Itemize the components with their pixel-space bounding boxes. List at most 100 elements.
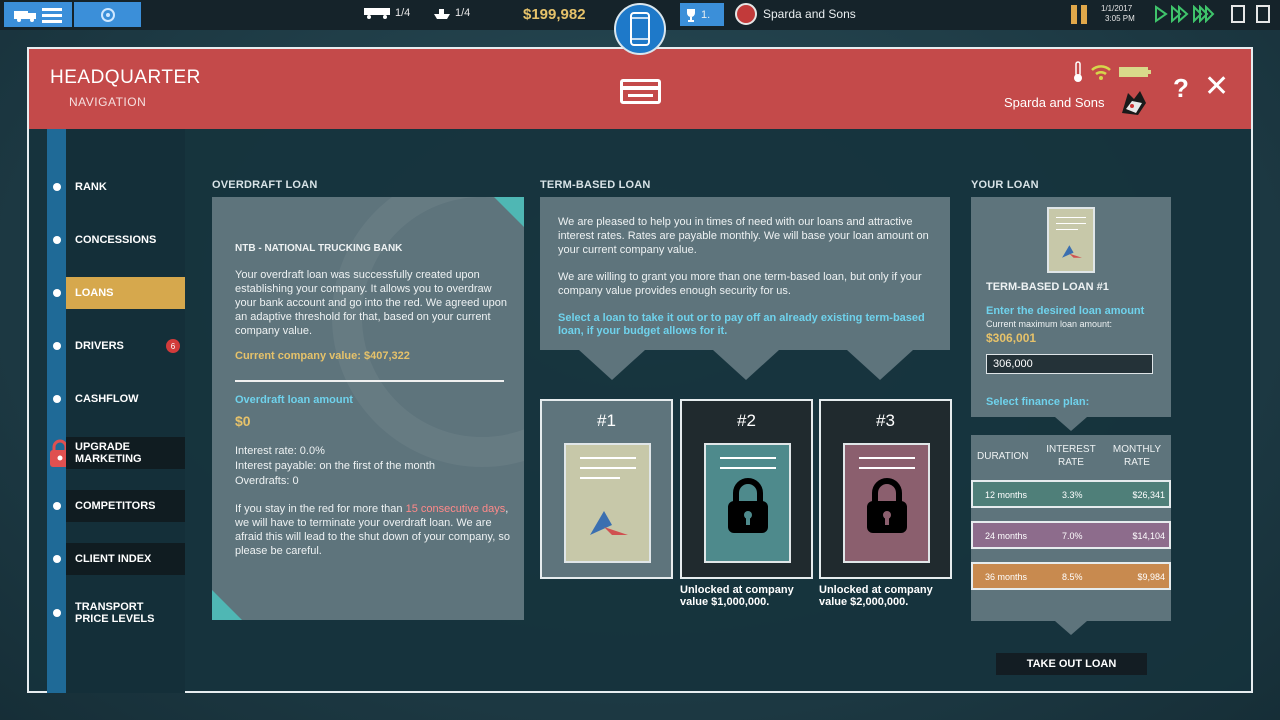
overdraft-amount: $0 bbox=[235, 413, 251, 429]
sidebar-item-cashflow[interactable]: CASHFLOW bbox=[47, 383, 185, 415]
plan-monthly: $9,984 bbox=[1137, 572, 1165, 582]
company-info[interactable]: Sparda and Sons bbox=[735, 3, 856, 25]
fast-forward-icon[interactable] bbox=[1170, 5, 1190, 23]
battery-icon bbox=[1119, 67, 1151, 77]
sidebar: RANK CONCESSIONS LOANS DRIVERS 6 CASHFLO… bbox=[47, 129, 185, 693]
ship-icon bbox=[434, 9, 450, 19]
signal-icon bbox=[100, 7, 115, 22]
fastest-forward-icon[interactable] bbox=[1192, 5, 1218, 23]
doc-line bbox=[1056, 229, 1078, 230]
play-icon[interactable] bbox=[1154, 5, 1168, 23]
nav-dot-icon bbox=[53, 183, 61, 191]
plan-duration: 36 months bbox=[985, 572, 1028, 582]
overdraft-amount-label: Overdraft loan amount bbox=[235, 394, 353, 406]
plan-duration: 12 months bbox=[985, 490, 1028, 500]
plan-row-12-months[interactable]: 12 months 3.3% $26,341 bbox=[971, 480, 1171, 508]
overdraft-description: Your overdraft loan was successfully cre… bbox=[235, 269, 507, 337]
header-company-name: Sparda and Sons bbox=[1004, 95, 1105, 110]
nav-dot-icon bbox=[53, 236, 61, 244]
monthly-header: MONTHLY RATE bbox=[1112, 444, 1162, 468]
company-value: Current company value: $407,322 bbox=[235, 350, 410, 362]
doc-line bbox=[859, 457, 915, 459]
interest-payable: Interest payable: on the first of the mo… bbox=[235, 460, 435, 472]
sidebar-item-label: RANK bbox=[75, 181, 107, 193]
credit-card-icon bbox=[620, 79, 661, 104]
help-button[interactable]: ? bbox=[1173, 73, 1189, 104]
hamburger-icon bbox=[42, 7, 62, 23]
nav-dot-icon bbox=[53, 342, 61, 350]
doc-line bbox=[580, 467, 636, 469]
truck-count[interactable]: 1/4 bbox=[364, 7, 410, 19]
slot-number: #2 bbox=[737, 411, 756, 430]
doc-line bbox=[1056, 223, 1086, 224]
sidebar-item-rank[interactable]: RANK bbox=[47, 171, 185, 203]
pause-icon-bar bbox=[1081, 5, 1087, 24]
term-info-box: We are pleased to help you in times of n… bbox=[540, 197, 950, 350]
plan-row-24-months[interactable]: 24 months 7.0% $14,104 bbox=[971, 521, 1171, 549]
doc-line bbox=[720, 467, 776, 469]
main-menu-button[interactable] bbox=[4, 2, 72, 27]
loan-slot-3[interactable]: #3 bbox=[819, 399, 952, 579]
lock-icon bbox=[728, 478, 768, 533]
loan-slot-1[interactable]: #1 bbox=[540, 399, 673, 579]
your-loan-box: TERM-BASED LOAN #1 Enter the desired loa… bbox=[971, 197, 1171, 417]
doc-line bbox=[859, 467, 915, 469]
sidebar-item-transport-price-levels[interactable]: TRANSPORT PRICE LEVELS bbox=[47, 597, 185, 629]
nav-dot-icon bbox=[53, 289, 61, 297]
trophy-icon bbox=[687, 8, 695, 22]
sidebar-item-label: CLIENT INDEX bbox=[66, 543, 185, 575]
corner-decoration bbox=[494, 197, 524, 227]
pause-button[interactable] bbox=[1071, 5, 1087, 24]
pause-icon bbox=[1071, 5, 1077, 24]
finance-plan-label: Select finance plan: bbox=[986, 396, 1090, 408]
max-loan-value: $306,001 bbox=[986, 331, 1037, 345]
overdraft-count: Overdrafts: 0 bbox=[235, 475, 299, 487]
signal-button[interactable] bbox=[74, 2, 141, 27]
phone-button[interactable] bbox=[614, 3, 666, 55]
sidebar-item-label: CASHFLOW bbox=[75, 393, 139, 405]
loan-amount-input[interactable] bbox=[986, 354, 1153, 374]
date-text: 1/1/2017 bbox=[1101, 4, 1133, 13]
take-out-loan-button[interactable]: TAKE OUT LOAN bbox=[996, 653, 1147, 675]
thermometer-icon bbox=[1074, 61, 1082, 82]
game-date: 1/1/2017 3:05 PM bbox=[1101, 4, 1135, 24]
wifi-icon bbox=[1091, 65, 1111, 80]
sidebar-item-client-index[interactable]: CLIENT INDEX bbox=[47, 543, 185, 575]
ship-count[interactable]: 1/4 bbox=[434, 7, 470, 19]
loan-slot-2[interactable]: #2 bbox=[680, 399, 813, 579]
exit-icon[interactable] bbox=[1256, 5, 1270, 23]
drivers-badge: 6 bbox=[166, 339, 180, 353]
overdraft-warning: If you stay in the red for more than 15 … bbox=[235, 502, 510, 558]
sidebar-item-loans[interactable]: LOANS bbox=[47, 277, 185, 309]
corner-decoration bbox=[212, 590, 242, 620]
time-text: 3:05 PM bbox=[1105, 14, 1135, 23]
pointer-arrow bbox=[579, 350, 645, 380]
sidebar-item-label: TRANSPORT PRICE LEVELS bbox=[75, 601, 155, 625]
bank-logo-icon bbox=[590, 511, 628, 535]
warning-highlight: 15 consecutive days bbox=[405, 503, 506, 515]
plan-row-36-months[interactable]: 36 months 8.5% $9,984 bbox=[971, 562, 1171, 590]
plan-duration: 24 months bbox=[985, 531, 1028, 541]
loan-amount-label: Enter the desired loan amount bbox=[986, 305, 1145, 317]
rank-button[interactable]: 1. bbox=[680, 3, 724, 26]
close-button[interactable]: ✕ bbox=[1204, 69, 1229, 104]
sidebar-item-competitors[interactable]: COMPETITORS bbox=[47, 490, 185, 522]
speed-controls bbox=[1154, 5, 1218, 23]
panel-header: HEADQUARTER NAVIGATION Sparda and Sons ?… bbox=[29, 49, 1251, 129]
notebook-icon[interactable] bbox=[1231, 5, 1245, 23]
loan-document-icon bbox=[564, 443, 651, 563]
plan-monthly: $14,104 bbox=[1132, 531, 1165, 541]
term-section-title: TERM-BASED LOAN bbox=[540, 179, 651, 191]
plan-interest: 3.3% bbox=[1062, 490, 1083, 500]
plan-monthly: $26,341 bbox=[1132, 490, 1165, 500]
sidebar-item-concessions[interactable]: CONCESSIONS bbox=[47, 224, 185, 256]
phone-icon bbox=[630, 12, 650, 46]
sidebar-item-upgrade-marketing[interactable]: UPGRADE MARKETING bbox=[47, 437, 185, 469]
doc-line bbox=[1056, 217, 1086, 218]
slot-3-unlock-note: Unlocked at company value $2,000,000. bbox=[819, 584, 933, 608]
sidebar-item-drivers[interactable]: DRIVERS 6 bbox=[47, 330, 185, 362]
pointer-arrow bbox=[1055, 417, 1087, 431]
trailer-icon bbox=[364, 8, 390, 19]
term-paragraph-2: We are willing to grant you more than on… bbox=[558, 271, 922, 297]
loan-document-icon bbox=[1047, 207, 1095, 273]
